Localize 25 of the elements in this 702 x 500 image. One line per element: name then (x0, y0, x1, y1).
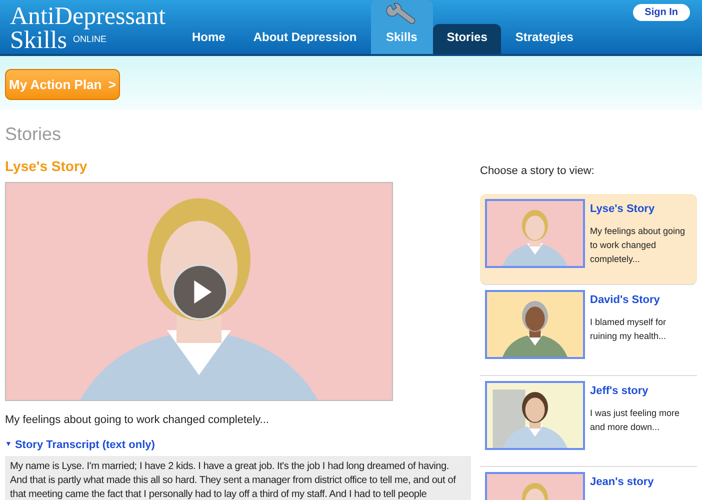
nav-tab[interactable]: Stories (432, 24, 502, 54)
story-item[interactable]: David's Story I blamed myself for ruining my health... (480, 284, 697, 376)
play-icon[interactable] (171, 263, 229, 321)
logo-text: AntiDepressant (10, 6, 166, 28)
story-summary: My feelings about going to work changed completely... (590, 225, 686, 266)
video-caption: My feelings about going to work changed completely... (5, 413, 270, 428)
sign-in-button[interactable]: Sign In (632, 4, 690, 21)
story-summary: I blamed myself for ruining my health... (590, 316, 668, 343)
nav-tab[interactable]: About Depression (239, 24, 371, 54)
choose-label: Choose a story to view: (480, 164, 596, 179)
story-summary: I was just feeling more and more down... (590, 407, 681, 434)
nav-tab[interactable]: Home (178, 24, 240, 54)
story-link[interactable]: David's Story (590, 292, 692, 308)
story-item[interactable]: Jeff's story I was just feeling more and more down... (480, 376, 697, 466)
logo-text: Skills (10, 30, 67, 52)
transcript-text: My name is Lyse. I'm married; I have 2 kids. I have a great job. It's the job I had long dreamed of having. And that is partly what made this all so hard. They sent a manager from district office to tell me, and out of that meeting came the fact that I personally had to lay off a third of my staff. And I had to tell people (10, 460, 457, 500)
nav-tab[interactable]: Strategies (501, 24, 588, 54)
story-link[interactable]: Jeff's story (590, 382, 692, 399)
story-title: Lyse's Story (5, 157, 88, 176)
story-item[interactable]: Lyse's Story My feelings about going to work changed completely... (480, 194, 697, 284)
logo-tag: ONLINE (72, 28, 106, 50)
story-item[interactable]: Jean's story (480, 466, 697, 500)
story-link[interactable]: Lyse's Story (590, 200, 692, 217)
page-title: Stories (5, 123, 62, 146)
story-link[interactable]: Jean's story (590, 474, 654, 490)
